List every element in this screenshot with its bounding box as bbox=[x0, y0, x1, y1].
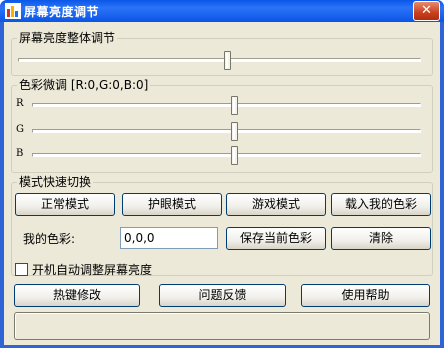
brightness-slider-thumb[interactable] bbox=[224, 51, 231, 70]
app-window: 屏幕亮度调节 ✕ 屏幕亮度整体调节 色彩微调 [R:0,G:0,B:0] R G… bbox=[0, 0, 444, 348]
hotkey-edit-button[interactable]: 热键修改 bbox=[14, 284, 140, 307]
brightness-group-title: 屏幕亮度整体调节 bbox=[17, 31, 118, 45]
my-color-input[interactable]: 0,0,0 bbox=[120, 227, 218, 249]
close-button[interactable]: ✕ bbox=[413, 1, 440, 21]
eye-care-mode-button[interactable]: 护眼模式 bbox=[122, 193, 222, 216]
channel-b-label: B bbox=[16, 148, 24, 159]
clear-button[interactable]: 清除 bbox=[331, 227, 431, 250]
autostart-label[interactable]: 开机自动调整屏幕亮度 bbox=[32, 263, 152, 277]
mode-switch-group-title: 模式快速切换 bbox=[17, 175, 94, 189]
autostart-checkbox[interactable] bbox=[15, 263, 28, 276]
channel-r-slider-thumb[interactable] bbox=[231, 96, 238, 115]
window-title: 屏幕亮度调节 bbox=[24, 5, 100, 19]
save-current-color-button[interactable]: 保存当前色彩 bbox=[226, 227, 326, 250]
normal-mode-button[interactable]: 正常模式 bbox=[15, 193, 115, 216]
brightness-slider-track[interactable] bbox=[18, 58, 421, 62]
load-my-color-button[interactable]: 载入我的色彩 bbox=[331, 193, 431, 216]
mode-switch-group: 模式快速切换 正常模式 护眼模式 游戏模式 载入我的色彩 我的色彩: 0,0,0… bbox=[11, 175, 433, 276]
channel-g-label: G bbox=[16, 124, 24, 135]
color-tuning-group: 色彩微调 [R:0,G:0,B:0] R G B bbox=[11, 78, 433, 173]
channel-b-slider-track[interactable] bbox=[32, 153, 421, 157]
channel-r-label: R bbox=[16, 98, 24, 109]
channel-g-slider-thumb[interactable] bbox=[231, 122, 238, 141]
channel-r-slider-track[interactable] bbox=[32, 103, 421, 107]
game-mode-button[interactable]: 游戏模式 bbox=[226, 193, 326, 216]
color-tuning-group-title: 色彩微调 [R:0,G:0,B:0] bbox=[17, 78, 151, 92]
feedback-button[interactable]: 问题反馈 bbox=[159, 284, 286, 307]
channel-b-slider-thumb[interactable] bbox=[231, 146, 238, 165]
bar-chart-app-icon bbox=[5, 3, 21, 19]
dialog-body: 屏幕亮度整体调节 色彩微调 [R:0,G:0,B:0] R G B 模式快速切换… bbox=[4, 22, 440, 345]
close-icon: ✕ bbox=[421, 3, 432, 18]
help-button[interactable]: 使用帮助 bbox=[301, 284, 430, 307]
my-color-label: 我的色彩: bbox=[23, 232, 76, 246]
channel-g-slider-track[interactable] bbox=[32, 129, 421, 133]
title-bar[interactable]: 屏幕亮度调节 ✕ bbox=[0, 0, 444, 22]
status-box bbox=[14, 312, 430, 340]
brightness-group: 屏幕亮度整体调节 bbox=[11, 31, 433, 76]
